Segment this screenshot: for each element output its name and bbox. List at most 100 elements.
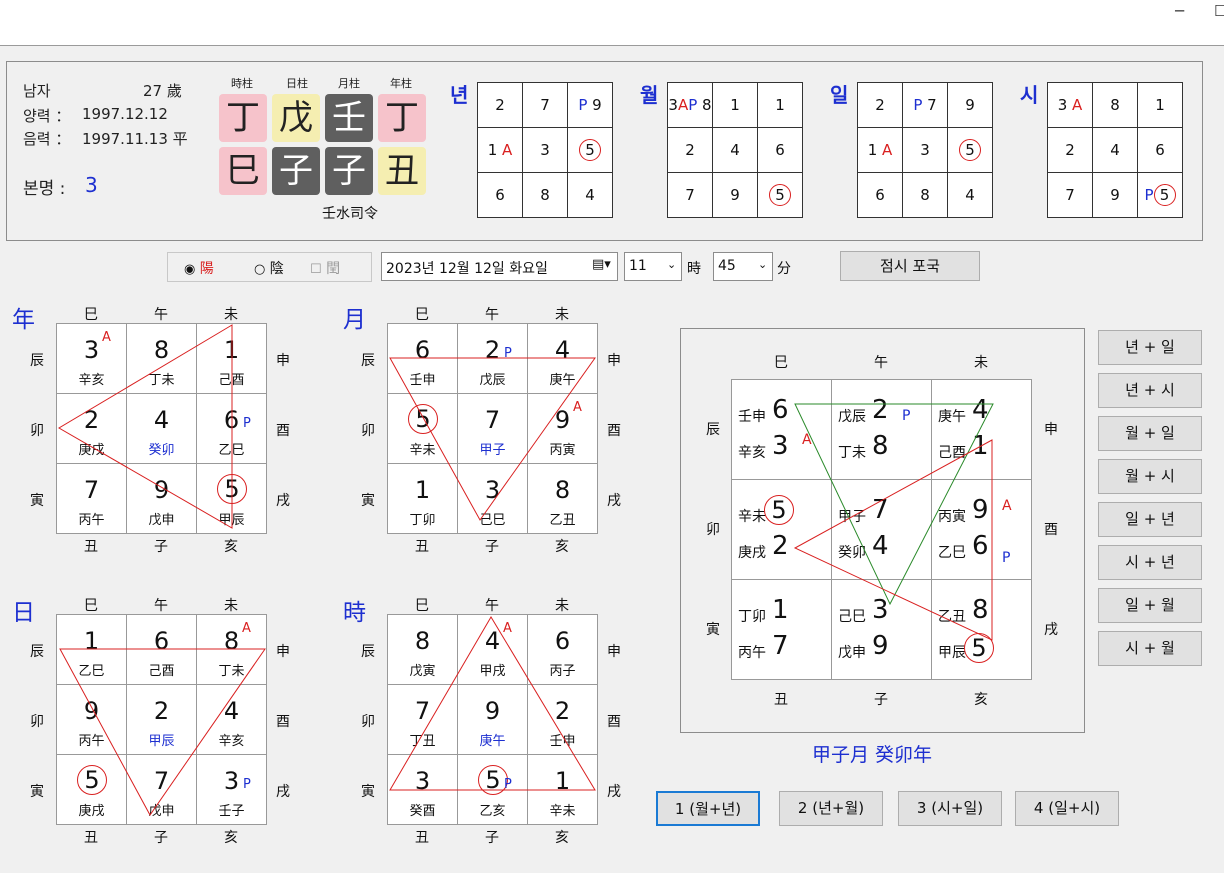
branch-label-right: 戌	[1044, 622, 1058, 638]
yang-radio[interactable]: ◉ 陽	[184, 258, 214, 278]
branch-label-left: 卯	[30, 714, 44, 730]
branch-label-right: 戌	[276, 784, 290, 800]
mini-grid-cell: 1 A	[857, 127, 903, 173]
mini-grid-cell: 9	[1092, 172, 1138, 218]
branch-label-left: 寅	[30, 784, 44, 800]
board-cell: 1 乙巳	[56, 614, 127, 685]
cell-number: 7	[414, 697, 431, 725]
cell-text: 3	[920, 141, 930, 159]
cell-text: 9	[1110, 186, 1120, 204]
bottom-combo-button[interactable]: 1 (월+년)	[656, 791, 760, 826]
cell-number: 9	[83, 697, 100, 725]
cell-number: 2	[872, 395, 889, 425]
a-mark: A	[573, 400, 582, 415]
minimize-button[interactable]: ─	[1175, 2, 1184, 20]
a-mark: A	[1002, 498, 1012, 514]
hour-select[interactable]: 11 ⌄	[624, 252, 682, 281]
board-grid: 1 乙巳 6 己酉 8 丁未 A 9 丙午 2 甲辰 4 辛亥 5 庚戌 7 戊申 3 壬子 P	[56, 614, 267, 825]
branch-label-bottom: 亥	[555, 830, 569, 846]
branch-label-bottom: 子	[874, 692, 888, 708]
minute-select[interactable]: 45 ⌄	[713, 252, 773, 281]
cell-ganji: 甲辰	[148, 734, 175, 749]
bottom-combo-button[interactable]: 2 (년+월)	[779, 791, 883, 826]
combo-button[interactable]: 시 + 월	[1098, 631, 1202, 666]
cell-number: 9	[484, 697, 501, 725]
bottom-combo-button[interactable]: 3 (시+일)	[898, 791, 1002, 826]
p-mark: P	[688, 96, 698, 114]
branch-label-bottom: 子	[485, 539, 499, 555]
board-cell: 9 戊申	[126, 463, 197, 534]
board-cell: 3 辛亥 A	[56, 323, 127, 394]
combo-button[interactable]: 일 + 월	[1098, 588, 1202, 623]
mini-grid-cell: 6	[1137, 127, 1183, 173]
eum-radio[interactable]: ○ 陰	[254, 258, 284, 278]
cell-text: 4	[585, 186, 595, 204]
cell-number: 3	[872, 595, 889, 625]
cell-ganji: 乙丑	[549, 513, 576, 528]
mini-grid-cell: 9	[712, 172, 758, 218]
combo-button[interactable]: 월 + 일	[1098, 416, 1202, 451]
cell-ganji: 壬子	[218, 804, 245, 819]
mini-grid-cell: 1	[712, 82, 758, 128]
combo-button[interactable]: 일 + 년	[1098, 502, 1202, 537]
bottom-combo-button[interactable]: 4 (일+시)	[1015, 791, 1119, 826]
cell-text: 2	[875, 96, 885, 114]
combo-button[interactable]: 시 + 년	[1098, 545, 1202, 580]
mini-grid-cell: 3	[522, 127, 568, 173]
branch-label-top: 午	[154, 598, 168, 614]
minute-unit: 分	[777, 261, 791, 277]
combined-cell: 辛未 5 庚戌 2	[731, 479, 832, 580]
branch-label-bottom: 丑	[84, 830, 98, 846]
board-cell: 7 甲子	[457, 393, 528, 464]
a-mark: A	[102, 330, 111, 345]
ganji-label: 庚戌	[738, 545, 766, 561]
cell-number: 7	[484, 406, 501, 434]
branch-label-right: 申	[1044, 422, 1058, 438]
month-branch: 子	[325, 147, 373, 195]
cell-number: 8	[223, 627, 240, 655]
combo-button[interactable]: 월 + 시	[1098, 459, 1202, 494]
a-mark: A	[677, 96, 689, 114]
cell-number: 6	[554, 627, 571, 655]
combined-cell: 壬申 6 辛亥 3 A	[731, 379, 832, 480]
board-cell: 4 甲戌 A	[457, 614, 528, 685]
branch-label-top: 午	[485, 307, 499, 323]
cell-text: 6	[1155, 141, 1165, 159]
cell-number: 4	[153, 406, 170, 434]
mini-grid-cell: 1	[1137, 82, 1183, 128]
board-heading: 日	[12, 600, 35, 626]
combo-button[interactable]: 년 + 시	[1098, 373, 1202, 408]
board-cell: 8 乙丑	[527, 463, 598, 534]
branch-label-left: 卯	[30, 423, 44, 439]
date-picker[interactable]: 2023년 12월 12일 화요일 ▤▾	[381, 252, 618, 281]
solar-date: 1997.12.12	[82, 105, 168, 123]
mini-grid-2: 2 P 7 9 1 A 3 5 6 8 4	[857, 82, 993, 218]
day-stem: 戊	[272, 94, 320, 142]
board-cell: 3 己巳	[457, 463, 528, 534]
mini-grid-cell: 7	[1047, 172, 1093, 218]
branch-label-left: 寅	[30, 493, 44, 509]
yun-checkbox[interactable]: ☐ 閏	[310, 258, 340, 278]
cell-number: 6	[972, 531, 989, 561]
mini-grid-cell: 2	[1047, 127, 1093, 173]
bonmyeong-value: 3	[85, 173, 98, 197]
calendar-icon[interactable]: ▤▾	[592, 257, 611, 272]
cell-text: 8	[540, 186, 550, 204]
p-mark: P	[504, 777, 512, 792]
maximize-button[interactable]: ☐	[1214, 2, 1224, 20]
cell-number: 1	[414, 476, 431, 504]
ganji-label: 辛亥	[738, 445, 766, 461]
mini-grid-label: 년	[450, 83, 469, 107]
cell-ganji: 乙巳	[78, 664, 105, 679]
jeomsi-button[interactable]: 점시 포국	[840, 251, 980, 281]
cell-number: 6	[772, 395, 789, 425]
year-branch: 丑	[378, 147, 426, 195]
p-mark: P	[504, 346, 512, 361]
cell-ganji: 癸酉	[409, 804, 436, 819]
cell-text: 9	[965, 96, 975, 114]
circled-number: 5	[959, 139, 981, 161]
ganji-label: 甲子	[838, 509, 866, 525]
branch-label-bottom: 子	[154, 539, 168, 555]
cell-number: 1	[83, 627, 100, 655]
combo-button[interactable]: 년 + 일	[1098, 330, 1202, 365]
